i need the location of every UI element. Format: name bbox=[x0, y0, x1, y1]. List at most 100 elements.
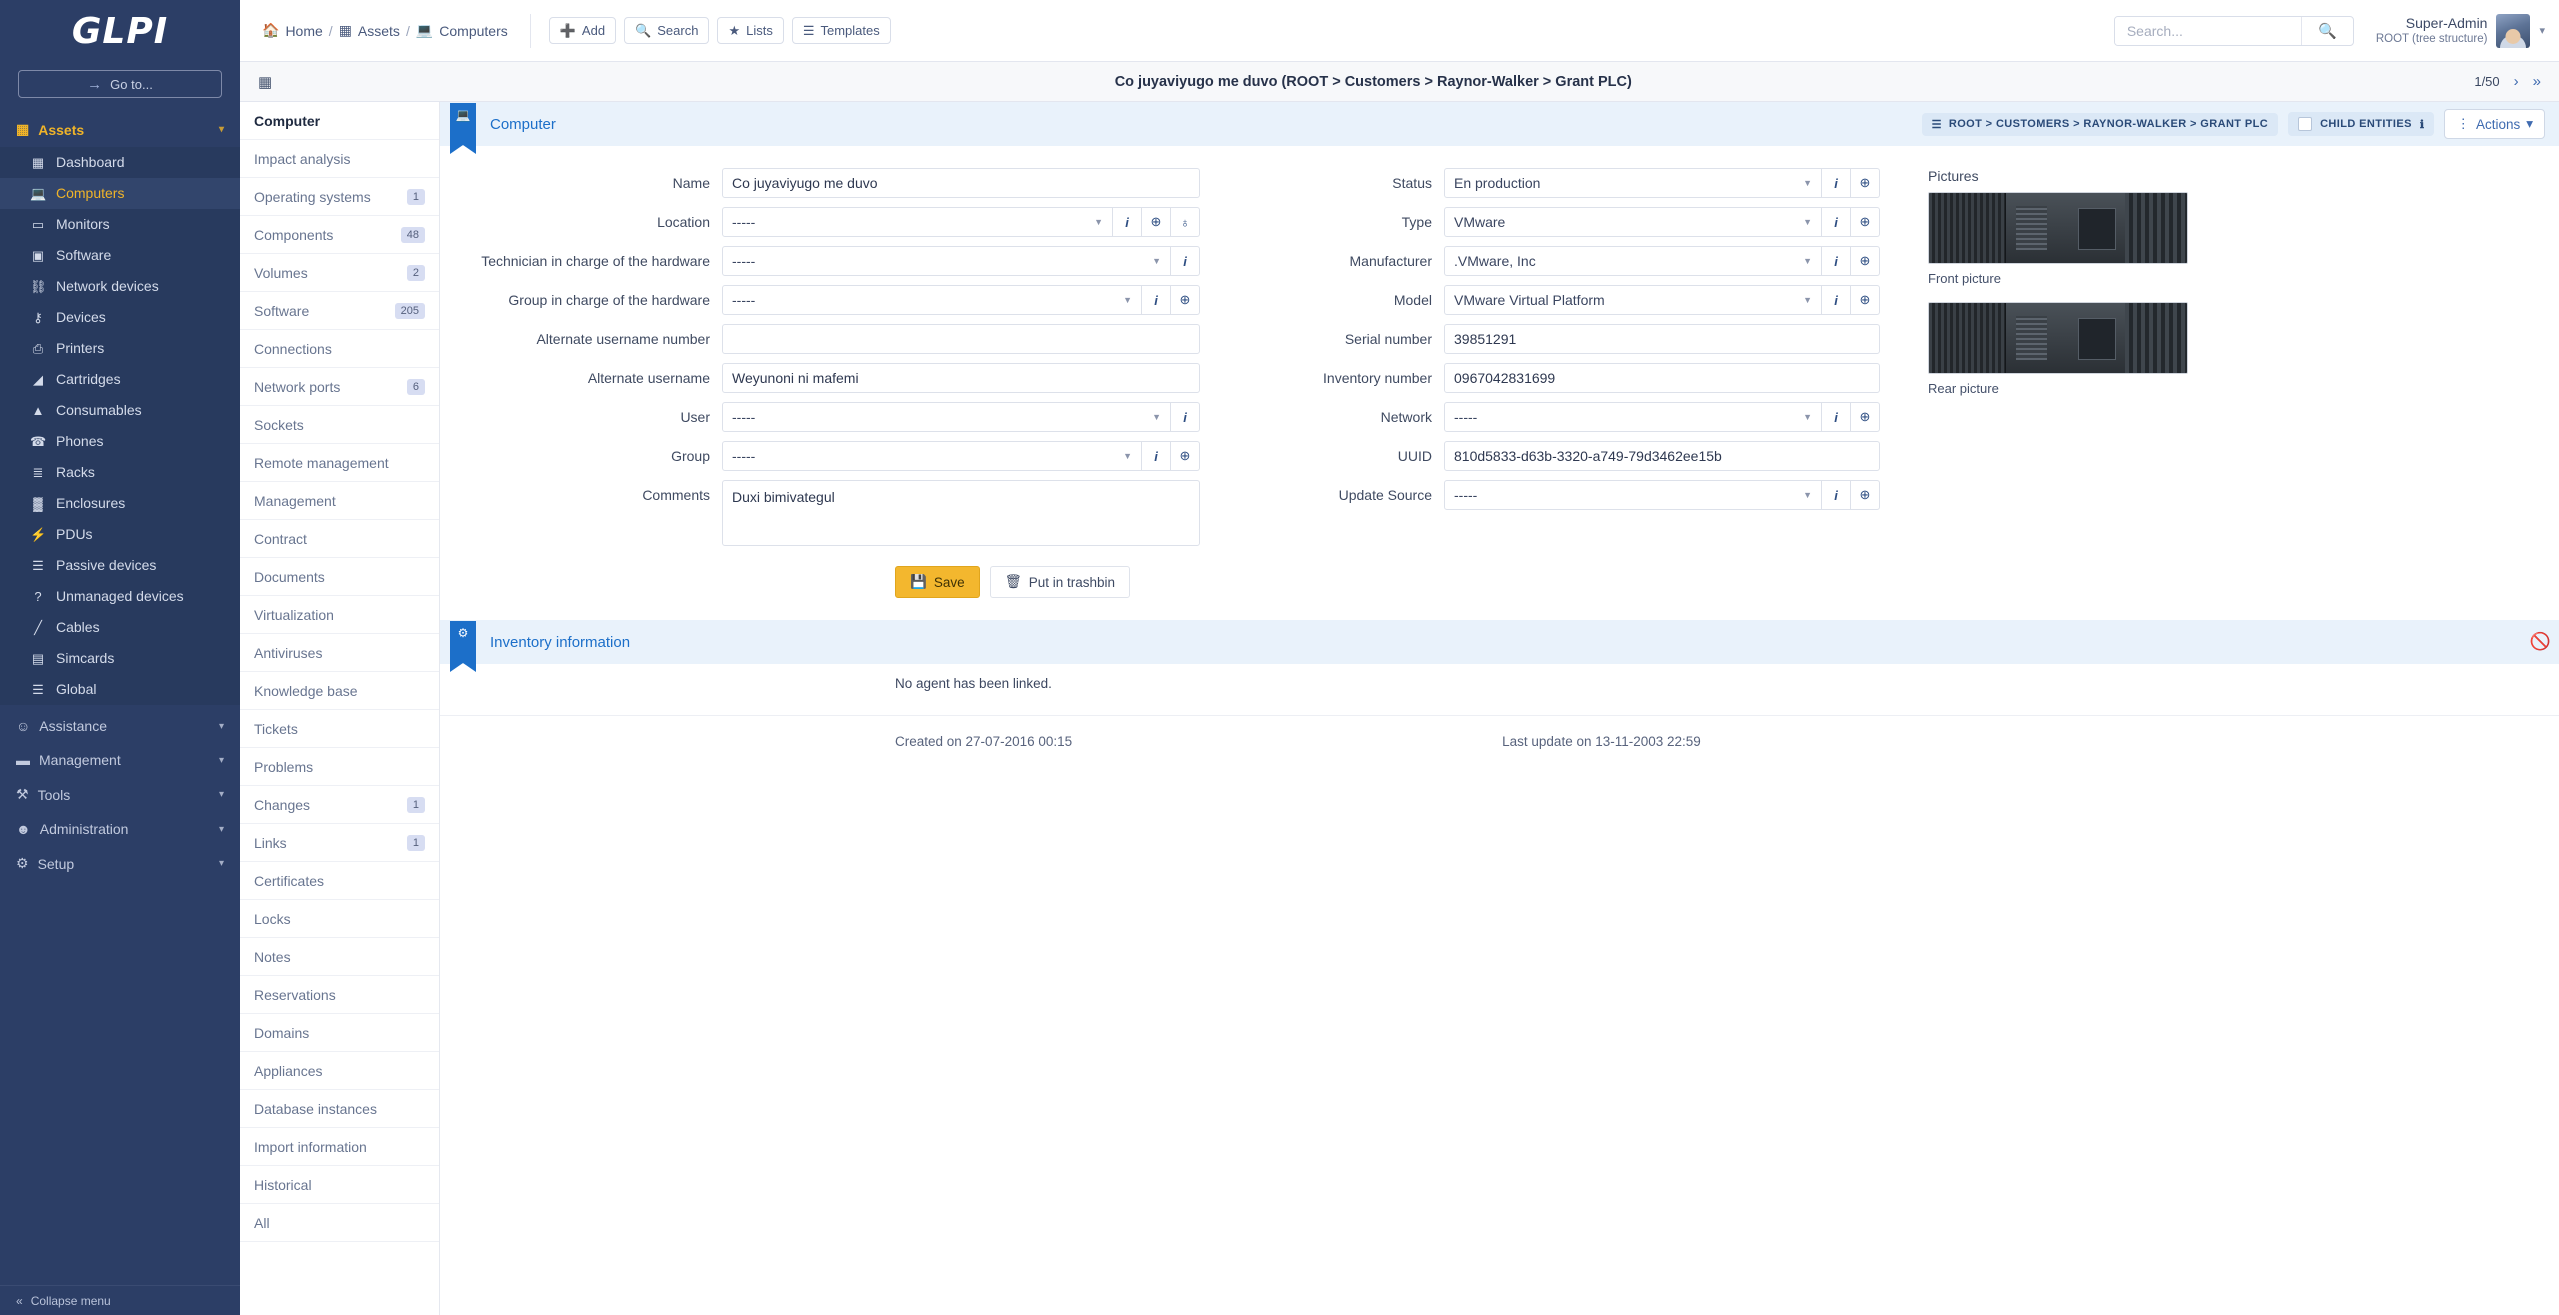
tab-database-instances[interactable]: Database instances bbox=[240, 1090, 439, 1128]
user-select[interactable]: ----- ▼ bbox=[722, 402, 1171, 432]
info-icon[interactable]: ℹ bbox=[2420, 118, 2425, 131]
breadcrumb-item-assets[interactable]: ▦ Assets bbox=[339, 22, 400, 39]
breadcrumb-item-computers[interactable]: 💻 Computers bbox=[416, 22, 508, 39]
sidebar-item-global[interactable]: ☰ Global bbox=[0, 674, 240, 705]
tab-certificates[interactable]: Certificates bbox=[240, 862, 439, 900]
sidebar-item-computers[interactable]: 💻 Computers bbox=[0, 178, 240, 209]
front-picture[interactable] bbox=[1928, 192, 2188, 264]
search-submit-icon[interactable]: 🔍 bbox=[2300, 16, 2353, 45]
tab-historical[interactable]: Historical bbox=[240, 1166, 439, 1204]
nav-section-assets[interactable]: ▦ Assets ▾ bbox=[0, 112, 240, 147]
sidebar-item-cables[interactable]: ╱ Cables bbox=[0, 612, 240, 643]
add-icon[interactable]: ⊕ bbox=[1851, 402, 1880, 432]
network-select[interactable]: ----- ▼ bbox=[1444, 402, 1822, 432]
search-input[interactable] bbox=[2114, 16, 2301, 45]
tab-network-ports[interactable]: Network ports 6 bbox=[240, 368, 439, 406]
rear-picture[interactable] bbox=[1928, 302, 2188, 374]
location-select[interactable]: ----- ▼ bbox=[722, 207, 1113, 237]
nav-section-setup[interactable]: ⚙ Setup ▾ bbox=[0, 846, 240, 881]
tab-virtualization[interactable]: Virtualization bbox=[240, 596, 439, 634]
actions-button[interactable]: ⋮ Actions ▾ bbox=[2444, 109, 2545, 139]
tab-reservations[interactable]: Reservations bbox=[240, 976, 439, 1014]
goto-button[interactable]: → Go to... bbox=[18, 70, 222, 98]
tab-locks[interactable]: Locks bbox=[240, 900, 439, 938]
sidebar-item-consumables[interactable]: ▲ Consumables bbox=[0, 395, 240, 426]
child-entities-toggle[interactable]: Child entities ℹ bbox=[2288, 112, 2435, 136]
sidebar-item-phones[interactable]: ☎ Phones bbox=[0, 426, 240, 457]
tab-computer[interactable]: Computer bbox=[240, 102, 439, 140]
templates-button[interactable]: ☰ Templates bbox=[791, 17, 891, 44]
sidebar-item-monitors[interactable]: ▭ Monitors bbox=[0, 209, 240, 240]
tab-volumes[interactable]: Volumes 2 bbox=[240, 254, 439, 292]
info-icon[interactable]: i bbox=[1113, 207, 1142, 237]
tab-problems[interactable]: Problems bbox=[240, 748, 439, 786]
put-in-trashbin-button[interactable]: 🗑 Put in trashbin bbox=[989, 566, 1131, 598]
sidebar-item-cartridges[interactable]: ◢ Cartridges bbox=[0, 364, 240, 395]
nav-section-assistance[interactable]: ☺ Assistance ▾ bbox=[0, 709, 240, 743]
child-entities-checkbox[interactable] bbox=[2298, 117, 2313, 131]
inventory-number-input[interactable]: 0967042831699 bbox=[1444, 363, 1880, 393]
update-source-select[interactable]: ----- ▼ bbox=[1444, 480, 1822, 510]
add-icon[interactable]: ⊕ bbox=[1851, 168, 1880, 198]
tab-software[interactable]: Software 205 bbox=[240, 292, 439, 330]
info-icon[interactable]: i bbox=[1142, 285, 1171, 315]
tab-import-information[interactable]: Import information bbox=[240, 1128, 439, 1166]
nav-section-management[interactable]: ▬ Management ▾ bbox=[0, 743, 240, 777]
tab-remote-management[interactable]: Remote management bbox=[240, 444, 439, 482]
globe-icon[interactable]: ♁ bbox=[1171, 207, 1200, 237]
lists-button[interactable]: ★ Lists bbox=[717, 17, 784, 44]
add-icon[interactable]: ⊕ bbox=[1851, 285, 1880, 315]
info-icon[interactable]: i bbox=[1822, 207, 1851, 237]
breadcrumb-item-home[interactable]: 🏠 Home bbox=[262, 22, 323, 39]
tab-antiviruses[interactable]: Antiviruses bbox=[240, 634, 439, 672]
status-select[interactable]: En production ▼ bbox=[1444, 168, 1822, 198]
tab-impact-analysis[interactable]: Impact analysis bbox=[240, 140, 439, 178]
manufacturer-select[interactable]: .VMware, Inc ▼ bbox=[1444, 246, 1822, 276]
comments-textarea[interactable]: Duxi bimivategul bbox=[722, 480, 1200, 546]
add-icon[interactable]: ⊕ bbox=[1851, 246, 1880, 276]
nav-section-administration[interactable]: ☻ Administration ▾ bbox=[0, 812, 240, 846]
sidebar-item-simcards[interactable]: ▤ Simcards bbox=[0, 643, 240, 674]
info-icon[interactable]: i bbox=[1142, 441, 1171, 471]
sidebar-item-dashboard[interactable]: ▦ Dashboard bbox=[0, 147, 240, 178]
user-menu[interactable]: Super-Admin ROOT (tree structure) ▾ bbox=[2376, 13, 2545, 48]
collapse-menu-button[interactable]: « Collapse menu bbox=[0, 1285, 240, 1315]
sidebar-item-pdus[interactable]: ⚡ PDUs bbox=[0, 519, 240, 550]
layout-toggle-icon[interactable]: ▦ bbox=[258, 73, 272, 91]
sidebar-item-passive-devices[interactable]: ☰ Passive devices bbox=[0, 550, 240, 581]
tab-sockets[interactable]: Sockets bbox=[240, 406, 439, 444]
add-icon[interactable]: ⊕ bbox=[1851, 480, 1880, 510]
sidebar-item-unmanaged-devices[interactable]: ? Unmanaged devices bbox=[0, 581, 240, 612]
add-icon[interactable]: ⊕ bbox=[1171, 441, 1200, 471]
add-icon[interactable]: ⊕ bbox=[1171, 285, 1200, 315]
info-icon[interactable]: i bbox=[1822, 480, 1851, 510]
tab-management[interactable]: Management bbox=[240, 482, 439, 520]
alternate-username-input[interactable]: Weyunoni ni mafemi bbox=[722, 363, 1200, 393]
serial-number-input[interactable]: 39851291 bbox=[1444, 324, 1880, 354]
tab-tickets[interactable]: Tickets bbox=[240, 710, 439, 748]
tab-links[interactable]: Links 1 bbox=[240, 824, 439, 862]
search-button[interactable]: 🔍 Search bbox=[624, 17, 710, 44]
tab-all[interactable]: All bbox=[240, 1204, 439, 1242]
info-icon[interactable]: i bbox=[1822, 285, 1851, 315]
add-icon[interactable]: ⊕ bbox=[1851, 207, 1880, 237]
info-icon[interactable]: i bbox=[1171, 402, 1200, 432]
sidebar-item-racks[interactable]: ≣ Racks bbox=[0, 457, 240, 488]
eye-off-icon[interactable]: 🚫 bbox=[2530, 632, 2559, 652]
save-button[interactable]: 💾 Save bbox=[895, 566, 980, 598]
tab-notes[interactable]: Notes bbox=[240, 938, 439, 976]
group-select[interactable]: ----- ▼ bbox=[722, 441, 1142, 471]
sidebar-item-printers[interactable]: ⎙ Printers bbox=[0, 333, 240, 364]
alternate-username-number-input[interactable] bbox=[722, 324, 1200, 354]
type-select[interactable]: VMware ▼ bbox=[1444, 207, 1822, 237]
entity-path-badge[interactable]: ☰ ROOT > CUSTOMERS > RAYNOR-WALKER > GRA… bbox=[1921, 112, 2279, 136]
info-icon[interactable]: i bbox=[1822, 246, 1851, 276]
app-logo[interactable]: GLPI bbox=[0, 0, 240, 62]
tab-documents[interactable]: Documents bbox=[240, 558, 439, 596]
info-icon[interactable]: i bbox=[1822, 402, 1851, 432]
pager-next-icon[interactable]: › bbox=[2514, 73, 2519, 90]
sidebar-item-devices[interactable]: ⚷ Devices bbox=[0, 302, 240, 333]
tab-connections[interactable]: Connections bbox=[240, 330, 439, 368]
sidebar-item-software[interactable]: ▣ Software bbox=[0, 240, 240, 271]
tab-domains[interactable]: Domains bbox=[240, 1014, 439, 1052]
